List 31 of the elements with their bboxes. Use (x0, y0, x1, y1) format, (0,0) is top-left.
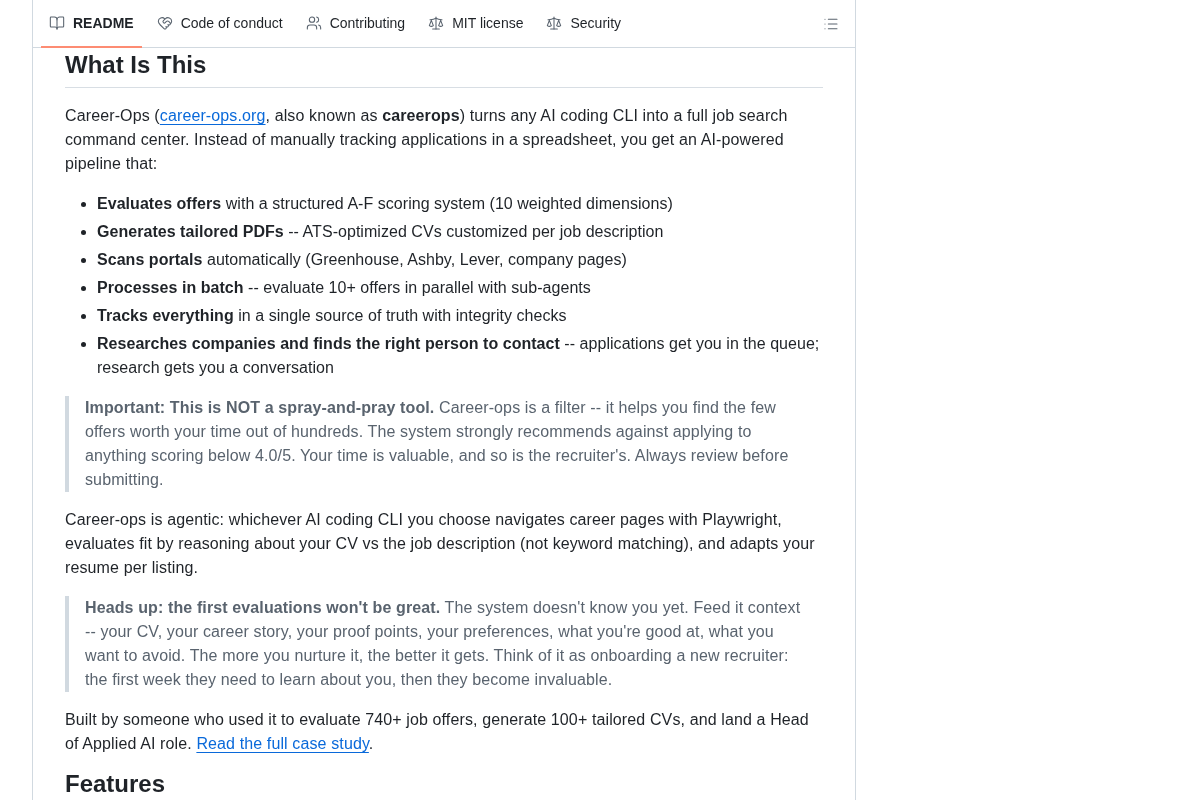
heart-handshake-icon (156, 15, 173, 31)
section-heading: Features (65, 772, 823, 800)
bullet-icon (81, 342, 86, 347)
list-item: Evaluates offers with a structured A-F scoring system (10 weighted dimensions) (97, 194, 674, 214)
note-quote: Heads up: the first evaluations won't be great. The system doesn't know you yet. Feed it context -- your CV, your career story, your proof points, your preferences, what you're good at, what you want to avoid. The more you nurture it, the better it gets. Think of it as onboarding a new recruiter: the first week they need to learn about you, then they become invaluable. (65, 596, 823, 692)
body-paragraph: Built by someone who used it to evaluate 740+ job offers, generate 100+ tailored CVs, and land a Head of Applied AI role. Read the full case study. (65, 710, 810, 754)
bullet-icon (81, 314, 86, 319)
file-tab[interactable]: MIT license (420, 0, 532, 48)
people-icon (305, 15, 322, 31)
file-tab[interactable]: README (41, 0, 142, 48)
file-tab[interactable]: Security (538, 0, 630, 48)
list-item: Processes in batch -- evaluate 10+ offers in parallel with sub-agents (97, 278, 592, 298)
bullet-icon (81, 258, 86, 263)
list-item: Researches companies and finds the right person to contact -- applications get you in the queue; research gets you a conversation (97, 334, 821, 378)
book-icon (49, 15, 65, 31)
bullet-icon (81, 286, 86, 291)
body-paragraph: Career-Ops (career-ops.org, also known as careerops) turns any AI coding CLI into a full job search command center. Instead of manually tracking applications in a spreadsheet, you get an AI-powered pipeline that: (65, 106, 789, 174)
note-quote: Important: This is NOT a spray-and-pray tool. Career-ops is a filter -- it helps you find the few offers worth your time out of hundreds. The system strongly recommends against applying to anything scoring below 4.0/5. Your time is valuable, and so is the recruiter's. Always review before submitting. (65, 396, 823, 492)
section-heading: What Is This (65, 50, 823, 88)
file-tab[interactable]: Code of conduct (148, 0, 291, 48)
bullet-icon (81, 230, 86, 235)
scale-icon (546, 15, 563, 31)
text-link[interactable]: Read the full case study (196, 735, 369, 752)
file-tab[interactable]: Contributing (297, 0, 414, 48)
scale-icon (428, 15, 445, 31)
list-item: Scans portals automatically (Greenhouse, Ashby, Lever, company pages) (97, 250, 628, 270)
list-item: Generates tailored PDFs -- ATS-optimized CVs customized per job description (97, 222, 665, 242)
body-paragraph: Career-ops is agentic: whichever AI coding CLI you choose navigates career pages with Playwright, evaluates fit by reasoning about your CV vs the job description (not keyword matching), and adapts your resume per listing. (65, 510, 816, 578)
list-item: Tracks everything in a single source of truth with integrity checks (97, 306, 568, 326)
bullet-icon (81, 202, 86, 207)
text-link[interactable]: career-ops.org (159, 107, 266, 124)
